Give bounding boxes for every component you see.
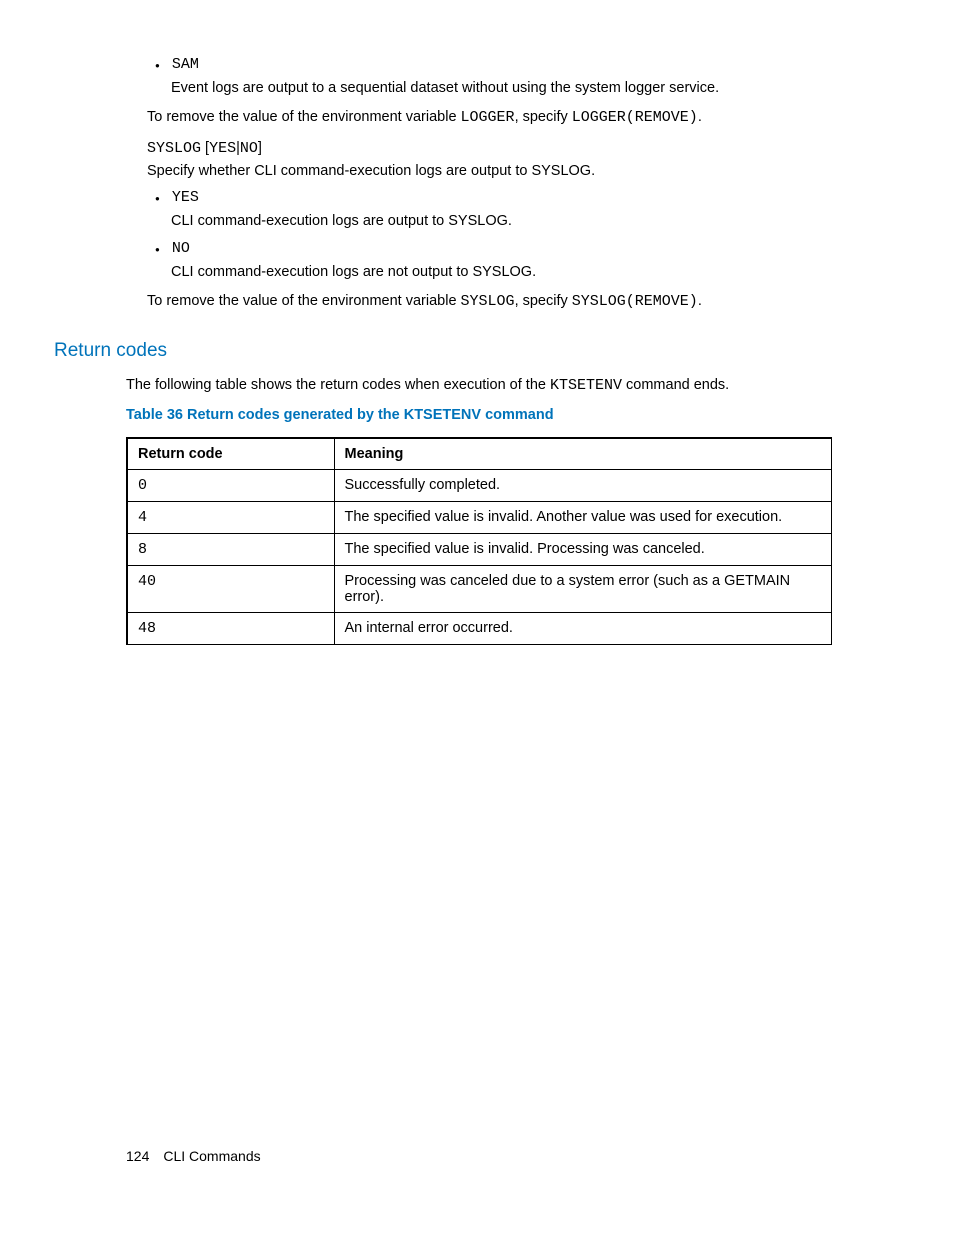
cell-code: 8 — [127, 533, 334, 565]
code-no: NO — [172, 240, 190, 257]
desc-no: CLI command-execution logs are not outpu… — [122, 261, 832, 283]
code: KTSETENV — [550, 377, 622, 394]
page-footer: 124 CLI Commands — [126, 1148, 261, 1164]
text: , specify — [515, 293, 572, 309]
table-row: 0 Successfully completed. — [127, 469, 832, 501]
cell-meaning: The specified value is invalid. Processi… — [334, 533, 832, 565]
cell-code: 40 — [127, 565, 334, 612]
table-row: 40 Processing was canceled due to a syst… — [127, 565, 832, 612]
remove-logger-line: To remove the value of the environment v… — [122, 106, 832, 129]
text: . — [698, 293, 702, 309]
table-row: 4 The specified value is invalid. Anothe… — [127, 501, 832, 533]
bullet-icon: ● — [155, 189, 172, 206]
list-item-yes: ● YES — [122, 189, 832, 206]
text: Specify whether CLI command-execution lo… — [147, 163, 595, 179]
cell-meaning: Successfully completed. — [334, 469, 832, 501]
code: LOGGER — [461, 109, 515, 126]
cell-code: 48 — [127, 612, 334, 644]
cell-meaning: The specified value is invalid. Another … — [334, 501, 832, 533]
text: To remove the value of the environment v… — [147, 293, 461, 309]
table-caption: Table 36 Return codes generated by the K… — [122, 407, 832, 423]
text: , specify — [515, 109, 572, 125]
col-return-code: Return code — [127, 438, 334, 470]
cell-code: 4 — [127, 501, 334, 533]
code-sam: SAM — [172, 56, 199, 73]
code: SYSLOG — [147, 140, 201, 157]
cell-meaning: An internal error occurred. — [334, 612, 832, 644]
list-item-no: ● NO — [122, 240, 832, 257]
text: ] — [258, 140, 262, 156]
code: LOGGER(REMOVE) — [572, 109, 698, 126]
code-yes: YES — [172, 189, 199, 206]
intro-paragraph: The following table shows the return cod… — [122, 374, 832, 397]
bullet-icon: ● — [155, 56, 172, 73]
page-number: 124 — [126, 1148, 149, 1164]
text: . — [698, 109, 702, 125]
text: To remove the value of the environment v… — [147, 109, 461, 125]
code: SYSLOG — [461, 293, 515, 310]
list-item-sam: ● SAM — [122, 56, 832, 73]
desc-sam: Event logs are output to a sequential da… — [122, 77, 832, 99]
table-row: 48 An internal error occurred. — [127, 612, 832, 644]
table-row: 8 The specified value is invalid. Proces… — [127, 533, 832, 565]
remove-syslog-line: To remove the value of the environment v… — [122, 290, 832, 313]
bullet-icon: ● — [155, 240, 172, 257]
footer-title: CLI Commands — [163, 1148, 260, 1164]
col-meaning: Meaning — [334, 438, 832, 470]
table-header-row: Return code Meaning — [127, 438, 832, 470]
desc-yes: CLI command-execution logs are output to… — [122, 210, 832, 232]
return-codes-table: Return code Meaning 0 Successfully compl… — [126, 437, 832, 645]
cell-code: 0 — [127, 469, 334, 501]
cell-meaning: Processing was canceled due to a system … — [334, 565, 832, 612]
code: NO — [240, 140, 258, 157]
section-heading: Return codes — [54, 340, 832, 362]
code: SYSLOG(REMOVE) — [572, 293, 698, 310]
text: The following table shows the return cod… — [126, 377, 550, 393]
syslog-definition: SYSLOG [YES|NO] Specify whether CLI comm… — [122, 137, 832, 183]
code: YES — [209, 140, 236, 157]
text: command ends. — [622, 377, 729, 393]
